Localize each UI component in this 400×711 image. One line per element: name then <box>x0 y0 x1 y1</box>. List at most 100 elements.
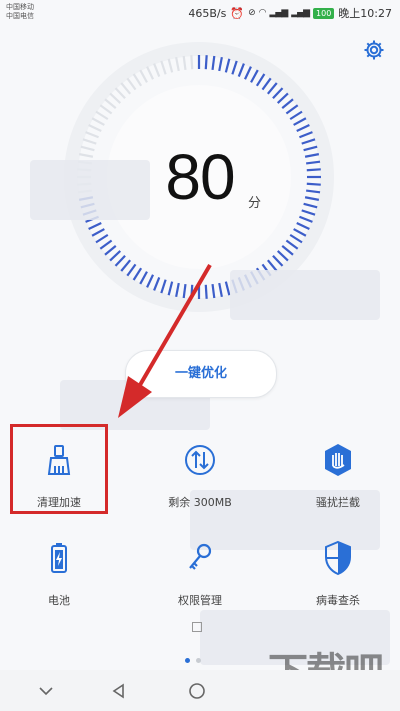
wifi-icon: ◠ <box>258 8 267 18</box>
dial-tick <box>99 239 113 250</box>
clock: 晚上10:27 <box>338 7 392 20</box>
dial-tick <box>281 244 294 256</box>
tile-label: 权限管理 <box>178 594 222 607</box>
status-bar: 中国移动 中国电信 465B/s ⏰ ⊘ ◠ ▂▄▆ ▂▄▆ 100 晚上10:… <box>0 0 400 26</box>
battery-icon <box>51 543 67 573</box>
tile-label: 病毒查杀 <box>316 594 360 607</box>
dial-tick <box>299 131 313 139</box>
hand-shield-icon <box>325 444 351 476</box>
chevron-down-icon[interactable] <box>37 682 55 700</box>
dial-tick <box>160 279 167 294</box>
page-marker <box>192 622 202 632</box>
dial-tick <box>139 271 148 285</box>
dial-tick <box>146 274 155 288</box>
dial-tick <box>88 124 102 133</box>
dial-tick <box>250 69 259 83</box>
dial-tick <box>190 284 194 299</box>
dial-tick <box>261 77 272 91</box>
dial-tick <box>296 221 310 230</box>
network-speed: 465B/s <box>188 6 227 20</box>
dial-tick <box>204 55 208 70</box>
page-indicator <box>182 648 204 667</box>
dial-tick <box>120 82 132 95</box>
dial-tick <box>211 284 216 299</box>
dial-tick <box>88 221 102 230</box>
dial-tick <box>160 60 167 75</box>
watermark-blur <box>30 160 150 220</box>
gear-icon[interactable] <box>362 38 386 62</box>
dial-tick <box>272 254 284 267</box>
data-arrows-icon <box>185 445 215 475</box>
tile-harassment-block[interactable]: 骚扰拦截 <box>283 440 393 510</box>
dial-tick <box>296 124 310 133</box>
dial-tick <box>139 69 148 83</box>
tile-label: 电池 <box>48 594 70 607</box>
dial-tick <box>281 98 294 110</box>
dial-tick <box>293 117 307 126</box>
highlight-box <box>10 424 108 514</box>
dial-tick <box>114 87 126 100</box>
dial-tick <box>211 55 216 70</box>
dial-tick <box>276 92 289 104</box>
dial-tick <box>99 104 113 115</box>
dial-tick <box>126 77 137 91</box>
dial-tick <box>153 277 161 291</box>
dial-tick <box>85 131 99 139</box>
dial-tick <box>95 110 109 121</box>
dial-tick <box>276 250 289 262</box>
dial-tick <box>266 82 278 95</box>
dial-tick <box>104 98 117 110</box>
page-dot <box>196 658 201 663</box>
dial-tick <box>104 244 117 256</box>
dial-tick <box>224 58 231 73</box>
dial-tick <box>91 228 105 237</box>
dial-tick <box>237 63 245 77</box>
dial-tick <box>218 56 223 72</box>
signal-2-icon: ▂▄▆ <box>291 8 310 18</box>
navigation-bar <box>0 670 400 711</box>
dial-tick <box>255 73 266 87</box>
dial-tick <box>109 92 122 104</box>
dial-tick <box>132 267 143 281</box>
dial-tick <box>289 233 303 244</box>
tile-data-usage[interactable]: 剩余 300MB <box>145 440 255 510</box>
dial-tick <box>132 73 143 87</box>
dial-tick <box>167 58 174 73</box>
tile-battery[interactable]: 电池 <box>4 538 114 608</box>
dial-tick <box>285 104 299 115</box>
dial-tick <box>204 284 208 299</box>
carrier-info: 中国移动 中国电信 <box>6 3 34 21</box>
watermark-blur <box>230 270 380 320</box>
dial-tick <box>175 56 180 72</box>
carrier-1: 中国移动 <box>6 3 34 11</box>
dial-tick <box>167 281 174 296</box>
tile-label: 剩余 300MB <box>168 496 232 509</box>
score-value: 80 <box>165 141 235 213</box>
tile-permission-manage[interactable]: 权限管理 <box>145 538 255 608</box>
dial-tick <box>182 55 187 70</box>
dial-tick <box>114 254 126 267</box>
back-icon[interactable] <box>110 682 128 700</box>
tile-virus-scan[interactable]: 病毒查杀 <box>283 538 393 608</box>
battery-indicator: 100 <box>313 7 335 19</box>
dial-tick <box>175 282 180 298</box>
score-unit: 分 <box>248 196 262 211</box>
dial-tick <box>293 228 307 237</box>
home-icon[interactable] <box>188 682 206 700</box>
dial-tick <box>285 239 299 250</box>
carrier-2: 中国电信 <box>6 12 34 20</box>
dial-tick <box>95 233 109 244</box>
page-dot-active <box>185 658 190 663</box>
dial-tick <box>109 250 122 262</box>
dial-tick <box>231 60 238 75</box>
mute-icon: ⊘ <box>248 8 255 18</box>
signal-icon: ▂▄▆ <box>269 8 288 18</box>
dial-tick <box>91 117 105 126</box>
dial-tick <box>182 284 187 299</box>
shield-icon <box>325 540 351 576</box>
alarm-icon: ⏰ <box>230 6 245 20</box>
dial-tick <box>146 66 155 80</box>
one-key-optimize-button[interactable]: 一键优化 <box>125 350 277 398</box>
dial-tick <box>299 215 313 223</box>
dial-tick <box>289 110 303 121</box>
